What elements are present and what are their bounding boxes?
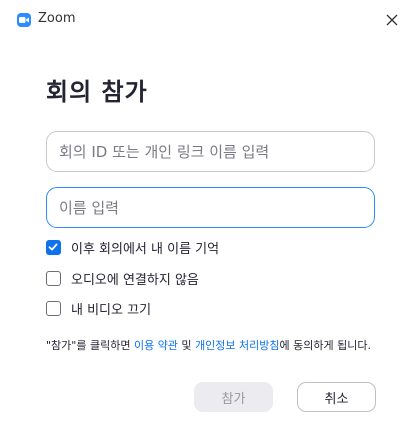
remember-name-option[interactable]: 이후 회의에서 내 이름 기억 xyxy=(46,238,220,257)
join-button[interactable]: 참가 xyxy=(194,382,273,412)
checkmark-icon xyxy=(48,243,58,250)
zoom-camera-icon xyxy=(17,13,31,27)
remember-name-checkbox[interactable] xyxy=(46,239,61,255)
video-off-label: 내 비디오 끄기 xyxy=(71,302,152,318)
video-off-checkbox[interactable] xyxy=(46,300,61,316)
terms-suffix: 에 동의하게 됩니다. xyxy=(279,339,371,352)
terms-prefix: "참가"를 클릭하면 xyxy=(46,339,134,352)
terms-middle: 및 xyxy=(177,339,196,352)
video-off-option[interactable]: 내 비디오 끄기 xyxy=(46,299,152,318)
meeting-id-input[interactable] xyxy=(46,131,375,172)
name-input[interactable] xyxy=(46,187,375,228)
close-icon xyxy=(386,14,398,26)
close-button[interactable] xyxy=(383,11,401,29)
terms-notice: "참가"를 클릭하면 이용 약관 및 개인정보 처리방침에 동의하게 됩니다. xyxy=(46,338,376,353)
remember-name-label: 이후 회의에서 내 이름 기억 xyxy=(71,241,220,257)
terms-of-service-link[interactable]: 이용 약관 xyxy=(134,339,178,352)
no-audio-label: 오디오에 연결하지 않음 xyxy=(71,272,199,288)
window-title: Zoom xyxy=(38,11,76,26)
privacy-policy-link[interactable]: 개인정보 처리방침 xyxy=(195,339,279,352)
no-audio-option[interactable]: 오디오에 연결하지 않음 xyxy=(46,269,199,288)
title-bar: Zoom xyxy=(0,0,416,40)
no-audio-checkbox[interactable] xyxy=(46,270,61,286)
cancel-button[interactable]: 취소 xyxy=(297,382,376,412)
page-title: 회의 참가 xyxy=(46,78,148,106)
